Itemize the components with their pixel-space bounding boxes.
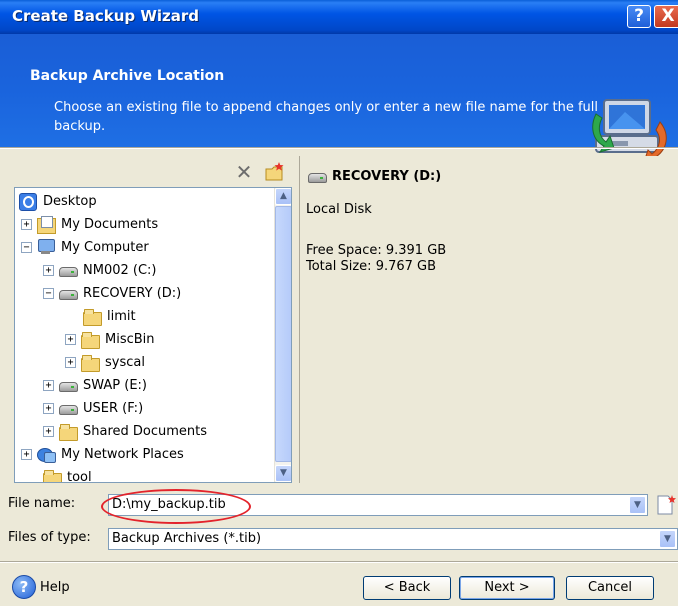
folder-icon bbox=[81, 331, 100, 349]
tree-scrollbar[interactable]: ▲ ▼ bbox=[274, 188, 291, 482]
footer-divider bbox=[0, 561, 678, 563]
tree-item-nm002[interactable]: + NM002 (C:) bbox=[43, 259, 157, 281]
scroll-down-icon[interactable]: ▼ bbox=[275, 465, 291, 482]
drive-type: Local Disk bbox=[306, 202, 372, 217]
help-label: Help bbox=[40, 579, 70, 595]
desktop-icon bbox=[19, 193, 37, 211]
drive-icon bbox=[308, 168, 327, 184]
collapse-toggle[interactable]: − bbox=[43, 287, 54, 299]
drive-name: RECOVERY (D:) bbox=[332, 168, 442, 184]
new-file-icon[interactable] bbox=[655, 494, 677, 516]
documents-icon bbox=[37, 216, 56, 234]
title-help-button[interactable]: ? bbox=[627, 5, 651, 28]
file-type-value: Backup Archives (*.tib) bbox=[112, 531, 262, 546]
free-space: Free Space: 9.391 GB bbox=[306, 243, 447, 258]
title-close-button[interactable]: X bbox=[654, 5, 678, 28]
drive-info-panel: RECOVERY (D:) Local Disk Free Space: 9.3… bbox=[299, 156, 678, 483]
tree-item-desktop[interactable]: Desktop bbox=[19, 190, 97, 212]
drive-icon bbox=[59, 377, 78, 393]
tree-item-label: syscal bbox=[105, 354, 145, 370]
folder-icon bbox=[59, 423, 78, 441]
file-name-label: File name: bbox=[8, 496, 76, 511]
expand-toggle[interactable]: + bbox=[65, 333, 76, 345]
scroll-up-icon[interactable]: ▲ bbox=[275, 188, 291, 205]
tree-item-label: My Network Places bbox=[61, 446, 184, 462]
drive-icon bbox=[59, 262, 78, 278]
tree-item-label: My Computer bbox=[61, 239, 149, 255]
tree-item-syscal[interactable]: + syscal bbox=[65, 351, 145, 373]
drive-icon bbox=[59, 285, 78, 301]
tree-item-label: NM002 (C:) bbox=[83, 262, 157, 278]
tree-item-miscbin[interactable]: + MiscBin bbox=[65, 328, 155, 350]
tree-item-tool[interactable]: tool bbox=[43, 466, 92, 483]
file-type-select[interactable]: Backup Archives (*.tib) ▼ bbox=[108, 528, 678, 550]
highlight-ellipse bbox=[101, 489, 251, 524]
new-folder-icon[interactable] bbox=[264, 161, 286, 183]
wizard-window: Create Backup Wizard ? X Backup Archive … bbox=[0, 0, 678, 606]
tree-item-label: limit bbox=[107, 308, 136, 324]
delete-icon[interactable]: ✕ bbox=[233, 161, 255, 183]
drive-icon bbox=[59, 400, 78, 416]
expand-toggle[interactable]: + bbox=[43, 425, 54, 437]
tree-item-label: tool bbox=[67, 469, 92, 483]
tree-item-label: Desktop bbox=[43, 193, 97, 209]
header-divider bbox=[0, 147, 678, 149]
back-button[interactable]: < Back bbox=[363, 576, 451, 600]
tree-item-label: My Documents bbox=[61, 216, 159, 232]
expand-toggle[interactable]: + bbox=[65, 356, 76, 368]
tree-item-user[interactable]: + USER (F:) bbox=[43, 397, 143, 419]
expand-toggle[interactable]: + bbox=[43, 402, 54, 414]
step-title: Backup Archive Location bbox=[30, 68, 225, 84]
wizard-header: Backup Archive Location Choose an existi… bbox=[0, 34, 678, 165]
chevron-down-icon[interactable]: ▼ bbox=[629, 496, 646, 514]
tree-item-label: MiscBin bbox=[105, 331, 155, 347]
tree-item-recovery[interactable]: − RECOVERY (D:) bbox=[43, 282, 181, 304]
expand-toggle[interactable]: + bbox=[21, 218, 32, 230]
chevron-down-icon[interactable]: ▼ bbox=[659, 530, 676, 548]
drive-info-title: RECOVERY (D:) bbox=[308, 168, 441, 184]
tree-toolbar: ✕ bbox=[14, 156, 292, 186]
expand-toggle[interactable]: + bbox=[43, 379, 54, 391]
help-icon: ? bbox=[12, 575, 36, 599]
step-description: Choose an existing file to append change… bbox=[54, 100, 599, 134]
tree-item-my-network-places[interactable]: + My Network Places bbox=[21, 443, 184, 465]
folder-tree[interactable]: Desktop + My Documents − My Computer + N… bbox=[14, 187, 292, 483]
tree-item-label: Shared Documents bbox=[83, 423, 208, 439]
title-bar[interactable]: Create Backup Wizard ? X bbox=[0, 0, 678, 34]
total-size: Total Size: 9.767 GB bbox=[306, 259, 437, 274]
window-title: Create Backup Wizard bbox=[12, 7, 200, 25]
collapse-toggle[interactable]: − bbox=[21, 241, 32, 253]
tree-item-my-computer[interactable]: − My Computer bbox=[21, 236, 149, 258]
help-button[interactable]: ? Help bbox=[12, 575, 70, 599]
folder-icon bbox=[43, 469, 62, 482]
network-icon bbox=[37, 446, 56, 463]
tree-item-shared-documents[interactable]: + Shared Documents bbox=[43, 420, 207, 442]
computer-icon bbox=[37, 239, 55, 255]
tree-item-label: SWAP (E:) bbox=[83, 377, 147, 393]
tree-item-my-documents[interactable]: + My Documents bbox=[21, 213, 158, 235]
tree-item-label: USER (F:) bbox=[83, 400, 144, 416]
next-button[interactable]: Next > bbox=[459, 576, 555, 600]
folder-icon bbox=[81, 354, 100, 372]
tree-item-swap[interactable]: + SWAP (E:) bbox=[43, 374, 147, 396]
file-type-label: Files of type: bbox=[8, 530, 91, 545]
tree-item-limit[interactable]: limit bbox=[83, 305, 136, 327]
scroll-thumb[interactable] bbox=[275, 206, 291, 462]
expand-toggle[interactable]: + bbox=[43, 264, 54, 276]
expand-toggle[interactable]: + bbox=[21, 448, 32, 460]
cancel-button[interactable]: Cancel bbox=[566, 576, 654, 600]
folder-icon bbox=[83, 308, 102, 326]
tree-item-label: RECOVERY (D:) bbox=[83, 285, 182, 301]
